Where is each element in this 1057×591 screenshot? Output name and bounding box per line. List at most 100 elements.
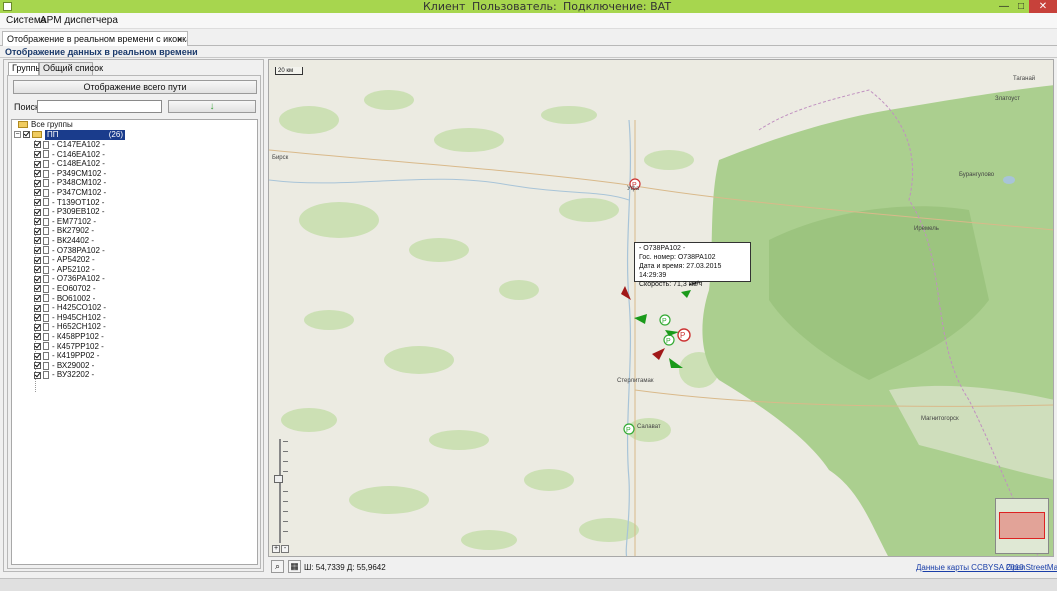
minimap-viewport[interactable] <box>999 512 1045 539</box>
zoom-track[interactable] <box>279 439 281 543</box>
arrow-down-icon[interactable]: ↓ <box>168 100 256 113</box>
tree-root-label: Все группы <box>31 120 73 129</box>
tree-vehicle-item[interactable]: - АР54202 - <box>34 255 95 265</box>
vehicle-label: - С147ЕА102 - <box>52 140 105 149</box>
collapse-icon[interactable]: − <box>14 131 21 139</box>
tree-group-pp[interactable]: − ПП (26) <box>14 130 125 140</box>
vehicle-doc-icon <box>43 313 49 322</box>
tree-vehicle-item[interactable]: - ВО61002 - <box>34 294 95 304</box>
tree-vehicle-item[interactable]: - Р349СМ102 - <box>34 169 106 179</box>
tree-vehicle-item[interactable]: - К457РР102 - <box>34 342 104 352</box>
tab-close-icon[interactable]: x <box>178 34 183 44</box>
checkbox[interactable] <box>34 362 41 370</box>
vehicle-doc-icon <box>43 246 49 255</box>
checkbox[interactable] <box>34 208 41 216</box>
group-count: (26) <box>108 130 123 139</box>
search-label: Поиск <box>14 102 39 112</box>
tree-vehicle-item[interactable]: - Н425СО102 - <box>34 303 106 313</box>
checkbox[interactable] <box>34 352 41 360</box>
vehicle-label: - Т139ОТ102 - <box>52 197 105 207</box>
tree-vehicle-item[interactable]: - ЕМ77102 - <box>34 217 96 227</box>
zoom-tick <box>283 531 288 532</box>
vehicle-label: - К419РР02 - <box>52 351 100 361</box>
zoom-control[interactable]: + - <box>272 437 289 553</box>
vehicle-doc-icon <box>43 265 49 274</box>
city-label-salavat: Салават <box>637 424 661 430</box>
vehicle-doc-icon <box>43 275 49 284</box>
tree-vehicle-item[interactable]: - ЕО60702 - <box>34 284 96 294</box>
checkbox[interactable] <box>34 179 41 187</box>
checkbox[interactable] <box>34 342 41 350</box>
vehicle-doc-icon <box>43 332 49 341</box>
tree-vehicle-item[interactable]: - ВК24402 - <box>34 236 94 246</box>
tree-root[interactable]: Все группы <box>18 120 73 130</box>
maximize-button[interactable]: □ <box>1011 0 1031 13</box>
tree-vehicle-item[interactable]: - О736РА102 - <box>34 274 105 284</box>
section-title: Отображение данных в реальном времени <box>5 47 198 57</box>
checkbox[interactable] <box>34 275 41 283</box>
show-full-path-button[interactable]: Отображение всего пути <box>13 80 257 94</box>
tree-vehicle-item[interactable]: - С148ЕА102 - <box>34 159 105 169</box>
checkbox[interactable] <box>34 237 41 245</box>
zoom-thumb[interactable] <box>274 475 283 483</box>
checkbox[interactable] <box>34 198 41 206</box>
tree-vehicle-item[interactable]: - Р309ЕВ102 - <box>34 207 104 217</box>
tree-vehicle-item[interactable]: - АР52102 - <box>34 265 95 275</box>
tree-vehicle-item[interactable]: - Р347СМ102 - <box>34 188 106 198</box>
tab-realtime-display[interactable]: Отображение в реальном времени с иконкам… <box>2 31 188 46</box>
divider <box>0 57 1057 58</box>
tree-vehicle-item[interactable]: - К458РР102 - <box>34 332 104 342</box>
map-canvas[interactable]: P P P P P <box>269 60 1054 557</box>
checkbox[interactable] <box>34 294 41 302</box>
tab-groups[interactable]: Группы <box>8 62 42 75</box>
checkbox[interactable] <box>34 256 41 264</box>
close-button[interactable]: ✕ <box>1029 0 1057 13</box>
tree-vehicle-item[interactable]: - К419РР02 - <box>34 351 99 361</box>
tree-vehicle-item[interactable]: - Н652СН102 - <box>34 322 106 332</box>
search-icon[interactable]: ⌕ <box>271 560 284 573</box>
folder-icon <box>18 121 28 129</box>
menu-item-dispatcher[interactable]: АРМ диспетчера <box>40 15 118 26</box>
tree-vehicle-item[interactable]: - Р348СМ102 - <box>34 178 106 188</box>
checkbox[interactable] <box>34 371 41 379</box>
checkbox[interactable] <box>34 314 41 322</box>
vehicle-label: - АР54202 - <box>52 255 95 265</box>
search-input[interactable] <box>37 100 162 113</box>
tree-vehicle-item[interactable]: - Н945СН102 - <box>34 313 106 323</box>
app-icon <box>3 2 12 11</box>
tree-vehicle-item[interactable]: - С146ЕА102 - <box>34 150 105 160</box>
osm-link[interactable]: OpenStreetMap <box>1006 563 1057 572</box>
checkbox[interactable] <box>34 189 41 197</box>
tree-vehicle-item[interactable]: - ВХ29002 - <box>34 361 94 371</box>
checkbox[interactable] <box>34 227 41 235</box>
tree-vehicle-item[interactable]: - ВУ32202 - <box>34 370 94 380</box>
checkbox[interactable] <box>34 323 41 331</box>
map-view[interactable]: P P P P P 20 км Бирск Уфа Стерлитамак Ма… <box>268 59 1054 557</box>
tab-general-list[interactable]: Общий список <box>39 62 103 75</box>
zoom-tick <box>283 441 288 442</box>
layers-icon[interactable]: ▦ <box>288 560 301 573</box>
checkbox[interactable] <box>34 141 41 149</box>
tree-vehicle-item[interactable]: - Т139ОТ102 - <box>34 198 104 208</box>
tree-vehicle-item[interactable]: - С147ЕА102 - <box>34 140 105 150</box>
vehicle-info-popup: - О738РА102 - Гос. номер: О738РА102 Дата… <box>634 242 751 288</box>
zoom-in-button[interactable]: + <box>272 545 280 553</box>
checkbox[interactable] <box>34 333 41 341</box>
checkbox[interactable] <box>34 170 41 178</box>
tree-vehicle-item[interactable]: - ВК27902 - <box>34 226 94 236</box>
popup-datetime: Дата и время: 27.03.2015 14:29:39 <box>639 263 722 279</box>
checkbox[interactable] <box>34 246 41 254</box>
checkbox[interactable] <box>34 304 41 312</box>
checkbox[interactable] <box>34 150 41 158</box>
checkbox[interactable] <box>34 285 41 293</box>
checkbox[interactable] <box>23 131 30 139</box>
checkbox[interactable] <box>34 218 41 226</box>
overview-minimap[interactable] <box>995 498 1049 554</box>
city-label-iremel: Иремель <box>914 226 939 232</box>
checkbox[interactable] <box>34 266 41 274</box>
group-tree: Все группы − ПП (26) - С147ЕА102 -- С146ЕА… <box>11 119 258 565</box>
zoom-out-button[interactable]: - <box>281 545 289 553</box>
tree-vehicle-item[interactable]: - О738РА102 - <box>34 246 105 256</box>
zoom-tick <box>283 521 288 522</box>
checkbox[interactable] <box>34 160 41 168</box>
